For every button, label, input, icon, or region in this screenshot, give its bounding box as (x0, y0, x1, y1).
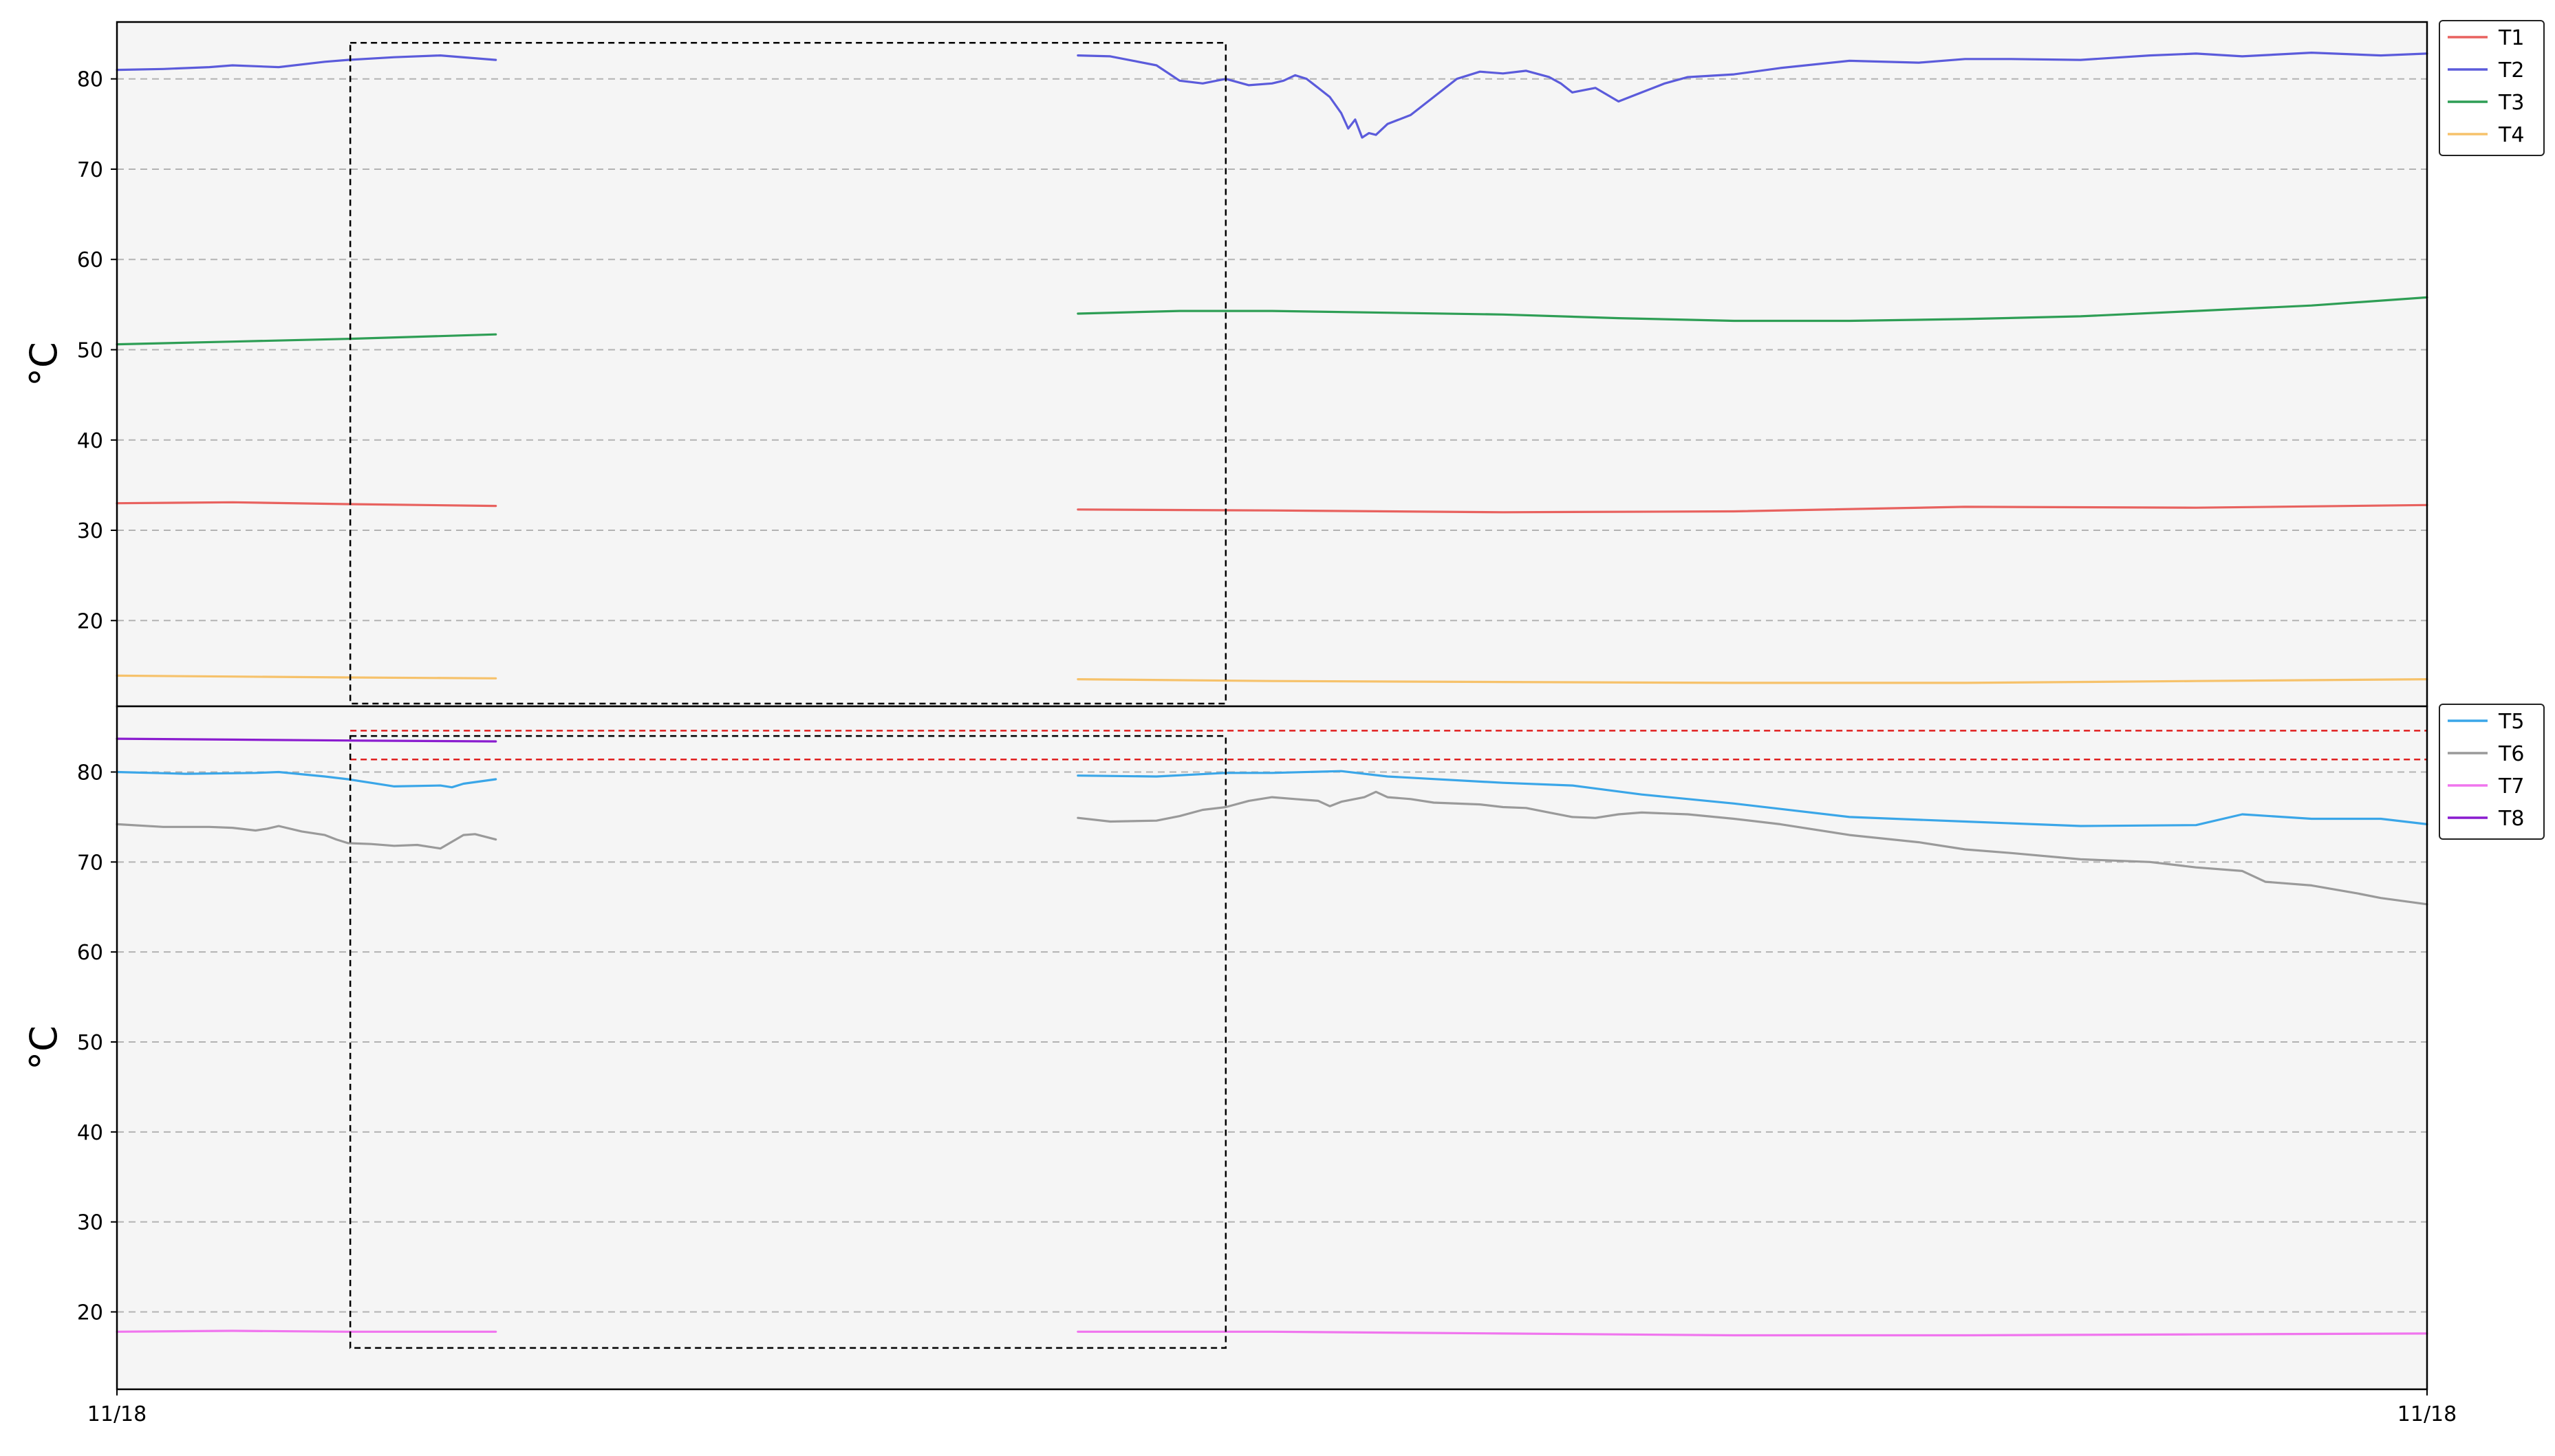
y-axis-label: °C (22, 1025, 65, 1070)
y-tick-label: 70 (77, 158, 103, 182)
x-tick-label: 11/18 (2397, 1402, 2457, 1426)
lower-temperature-panel: 20 30 40 50 60 70 80 °C 11/18 11/18 T5 T6 T7 T8 (22, 704, 2545, 1426)
y-axis-label: °C (22, 342, 65, 387)
y-tick-label: 80 (77, 761, 103, 785)
y-tick-label: 60 (77, 248, 103, 272)
y-tick-label: 40 (77, 1121, 103, 1145)
legend-label-t8: T8 (2498, 807, 2524, 831)
legend-label-t6: T6 (2498, 742, 2524, 766)
y-tick-label: 30 (77, 1211, 103, 1235)
y-tick-label: 30 (77, 519, 103, 543)
upper-temperature-panel: 20 30 40 50 60 70 80 °C T1 T2 T3 T4 (22, 20, 2545, 708)
y-tick-label: 50 (77, 1031, 103, 1055)
legend: T1 T2 T3 T4 (2439, 20, 2545, 156)
y-tick-label: 70 (77, 851, 103, 875)
plot-background (117, 22, 2427, 706)
y-tick-label: 80 (77, 68, 103, 92)
legend-label-t2: T2 (2498, 58, 2524, 83)
x-tick-label: 11/18 (87, 1402, 147, 1426)
y-tick-label: 20 (77, 609, 103, 633)
series-line-t7 (116, 1329, 497, 1333)
legend-label-t5: T5 (2498, 710, 2524, 734)
legend-label-t4: T4 (2498, 123, 2524, 147)
legend-label-t7: T7 (2498, 774, 2524, 798)
y-tick-label: 40 (77, 429, 103, 453)
legend-label-t3: T3 (2498, 91, 2524, 115)
legend-label-t1: T1 (2498, 26, 2524, 50)
legend: T5 T6 T7 T8 (2439, 704, 2545, 840)
temperature-figure: 20 30 40 50 60 70 80 °C T1 T2 T3 T4 20 30 40 50 60 70 80 °… (22, 20, 2545, 1426)
plot-background (117, 706, 2427, 1389)
y-tick-label: 20 (77, 1301, 103, 1325)
y-tick-label: 50 (77, 338, 103, 362)
y-tick-label: 60 (77, 941, 103, 965)
